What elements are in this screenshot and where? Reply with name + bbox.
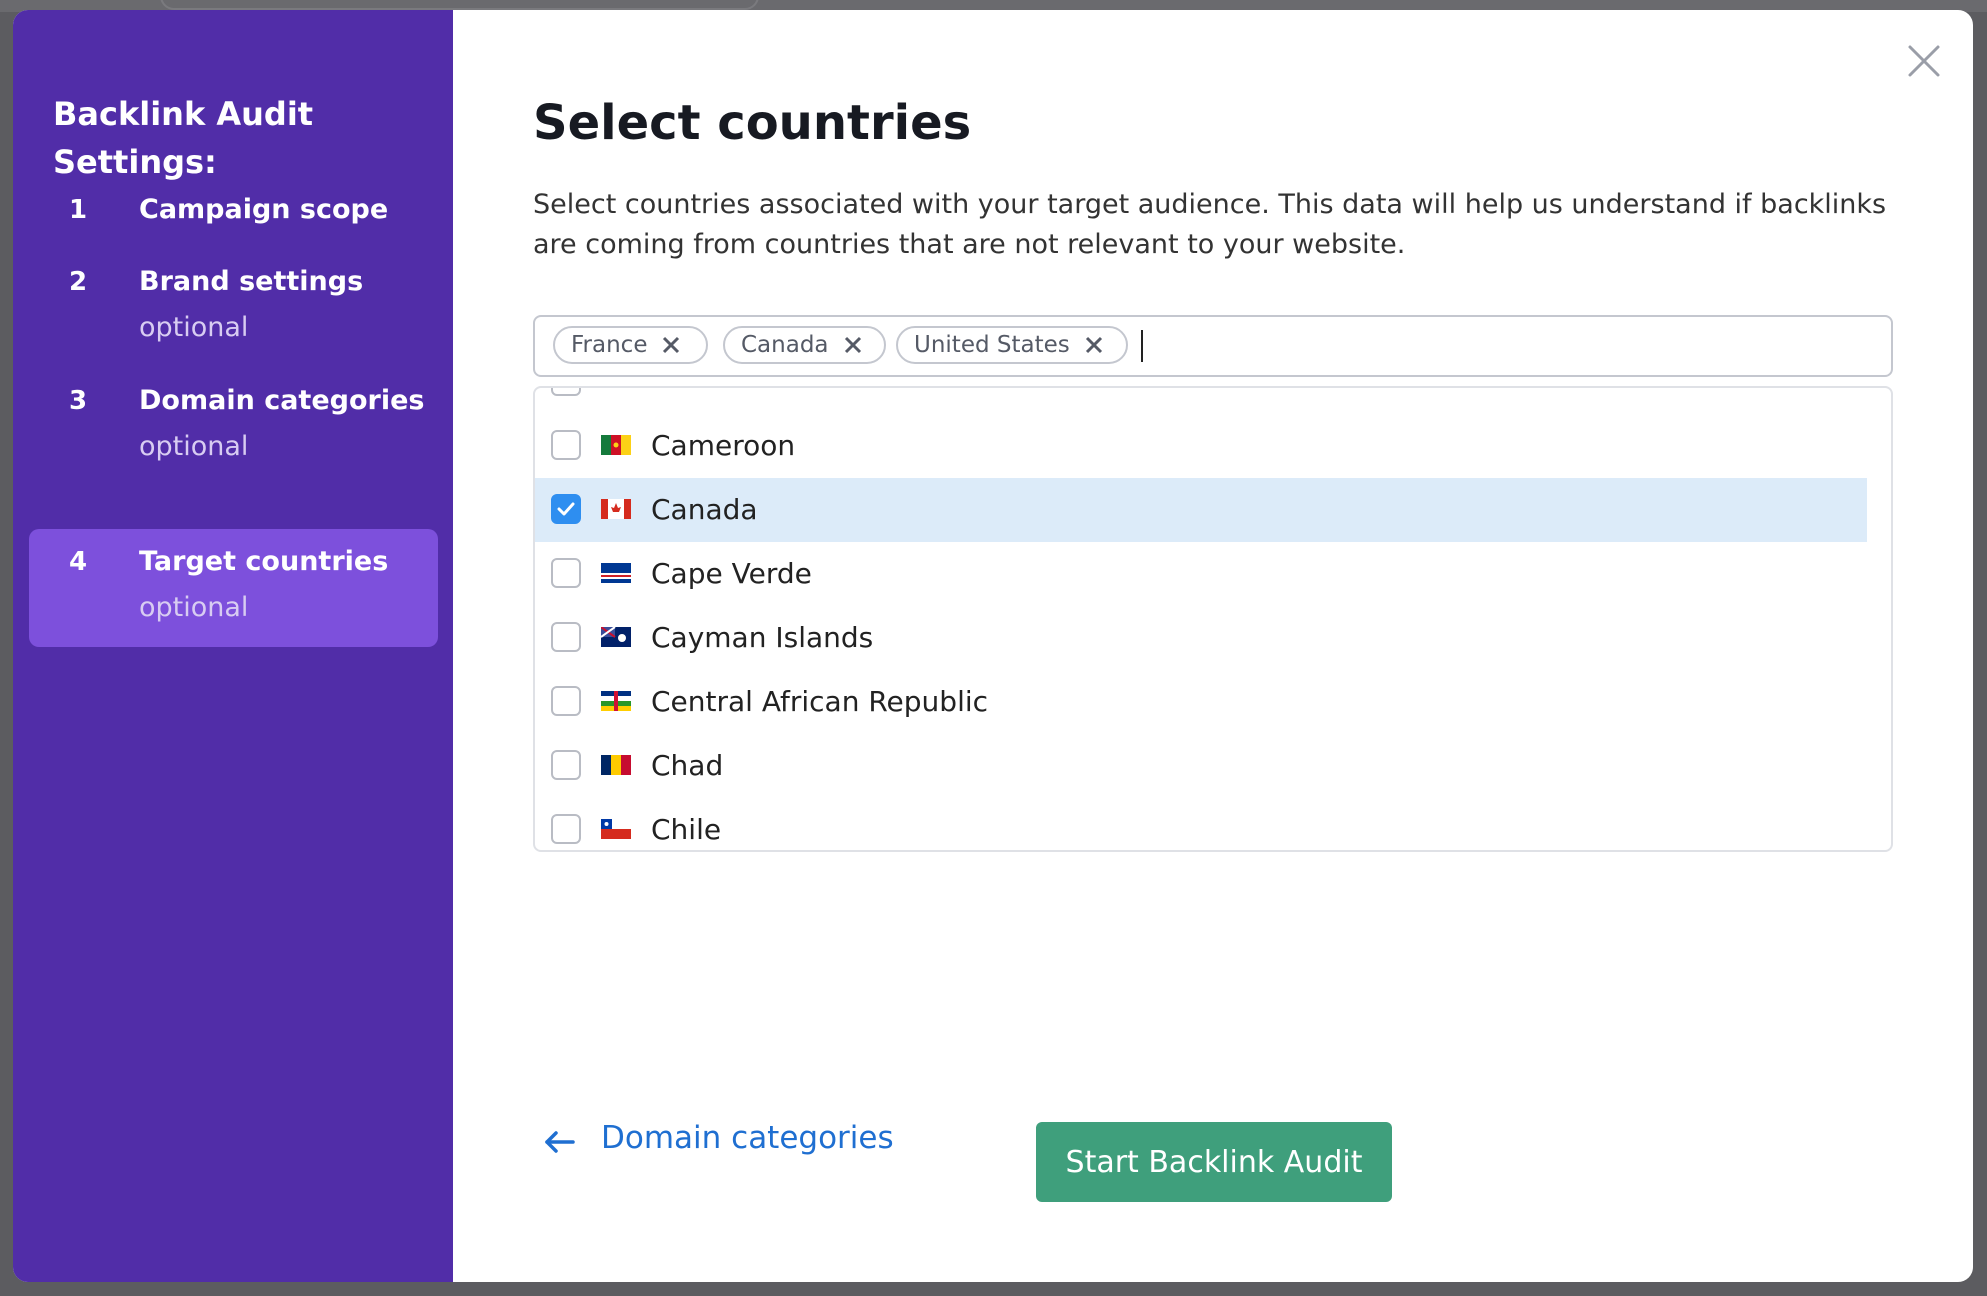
countries-multiselect-input[interactable]: France Canada United States (533, 315, 1893, 377)
checkbox[interactable] (551, 622, 581, 652)
option-label: Chad (651, 749, 724, 782)
chip-label: Canada (741, 332, 829, 358)
step-number: 4 (69, 547, 88, 577)
option-label: Cameroon (651, 429, 796, 462)
flag-chile-icon (601, 819, 631, 839)
sidebar-step-target-countries[interactable]: 4 Target countries optional (29, 529, 438, 647)
step-optional-label: optional (139, 592, 249, 623)
checkbox[interactable] (551, 388, 581, 396)
settings-modal: Backlink Audit Settings: 1 Campaign scop… (13, 10, 1973, 1282)
flag-chad-icon (601, 755, 631, 775)
flag-cape-verde-icon (601, 563, 631, 583)
arrow-left-icon (543, 1126, 575, 1153)
option-label: Chile (651, 813, 722, 846)
flag-cayman-islands-icon (601, 627, 631, 647)
start-backlink-audit-button[interactable]: Start Backlink Audit (1036, 1122, 1392, 1202)
list-item[interactable]: Cayman Islands (535, 606, 1867, 670)
sidebar-title: Backlink Audit Settings: (53, 95, 314, 181)
step-label: Brand settings (139, 266, 364, 297)
checkbox-checked[interactable] (551, 494, 581, 524)
page-title: Select countries (533, 95, 972, 151)
option-label: Canada (651, 493, 758, 526)
chip-united-states: United States (896, 326, 1128, 364)
sidebar-step-brand-settings[interactable]: 2 Brand settings optional (29, 260, 438, 350)
checkbox[interactable] (551, 814, 581, 844)
list-item[interactable]: Chad (535, 734, 1867, 798)
list-item[interactable]: Central African Republic (535, 670, 1867, 734)
text-caret (1141, 330, 1143, 362)
flag-canada-icon (601, 499, 631, 519)
chip-label: United States (914, 332, 1070, 358)
chip-remove-icon[interactable] (843, 335, 863, 355)
background-search-field (160, 0, 759, 10)
flag-central-african-republic-icon (601, 691, 631, 711)
checkbox[interactable] (551, 558, 581, 588)
chip-france: France (553, 326, 708, 364)
step-number: 3 (69, 386, 88, 416)
step-optional-label: optional (139, 312, 249, 343)
flag-cameroon-icon (601, 435, 631, 455)
list-item[interactable]: Cameroon (535, 414, 1867, 478)
step-number: 1 (69, 195, 88, 225)
sidebar-step-domain-categories[interactable]: 3 Domain categories optional (29, 379, 438, 469)
step-label: Domain categories (139, 385, 425, 416)
step-label: Campaign scope (139, 194, 389, 225)
chip-canada: Canada (723, 326, 886, 364)
checkmark-icon (557, 502, 575, 516)
step-optional-label: optional (139, 431, 249, 462)
close-icon[interactable] (1900, 37, 1948, 85)
chip-remove-icon[interactable] (661, 335, 681, 355)
list-item[interactable]: Chile (535, 798, 1867, 850)
chip-label: France (571, 332, 648, 358)
step-number: 2 (69, 267, 88, 297)
sidebar-step-campaign-scope[interactable]: 1 Campaign scope (29, 188, 438, 232)
checkbox[interactable] (551, 750, 581, 780)
settings-sidebar: Backlink Audit Settings: 1 Campaign scop… (13, 10, 453, 1282)
option-label: Central African Republic (651, 685, 989, 718)
countries-dropdown-list[interactable]: Cameroon Canada Cape Verde Cayman Island… (533, 386, 1893, 852)
checkbox[interactable] (551, 686, 581, 716)
option-label: Cayman Islands (651, 621, 874, 654)
list-item[interactable] (535, 388, 1867, 414)
step-label: Target countries (139, 546, 389, 577)
option-label: Cape Verde (651, 557, 812, 590)
back-link-label: Domain categories (601, 1120, 894, 1156)
page-description: Select countries associated with your ta… (533, 189, 1887, 260)
list-item-selected[interactable]: Canada (535, 478, 1867, 542)
list-item[interactable]: Cape Verde (535, 542, 1867, 606)
chip-remove-icon[interactable] (1084, 335, 1104, 355)
back-to-domain-categories-link[interactable]: Domain categories (543, 1115, 894, 1161)
checkbox[interactable] (551, 430, 581, 460)
